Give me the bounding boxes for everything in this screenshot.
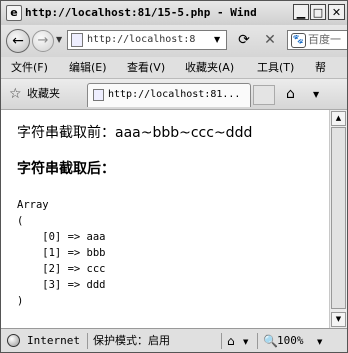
menu-help[interactable]: 帮 <box>315 60 326 75</box>
after-heading: 字符串截取后： <box>17 161 115 177</box>
protected-mode-label[interactable]: 保护模式：启用 <box>93 334 170 348</box>
status-divider <box>87 333 88 349</box>
stop-icon[interactable]: ✕ <box>259 30 281 50</box>
new-tab-button[interactable] <box>253 85 275 105</box>
status-divider <box>257 333 258 349</box>
zoom-icon[interactable]: 🔍 <box>263 333 278 349</box>
array-output: Array ( [0] => aaa [1] => bbb [2] => ccc… <box>17 199 106 307</box>
title-bar: e http://localhost:81/15-5.php - Wind...… <box>1 1 347 25</box>
baidu-search-icon: 🐾 <box>291 33 306 48</box>
security-icon[interactable]: ⌂ <box>227 333 235 349</box>
security-dropdown-icon[interactable]: ▼ <box>243 338 248 346</box>
menu-view[interactable]: 查看(V) <box>127 60 165 75</box>
tab-page-icon <box>93 89 104 101</box>
favorites-label[interactable]: 收藏夹 <box>27 87 60 101</box>
address-text[interactable]: http://localhost:8 <box>87 33 205 47</box>
minimize-button[interactable]: ▁ <box>293 4 309 20</box>
favorites-star-icon[interactable]: ☆ <box>9 86 22 102</box>
home-icon[interactable]: ⌂ <box>286 85 295 103</box>
browser-window: e http://localhost:81/15-5.php - Wind...… <box>0 0 348 353</box>
address-input[interactable]: http://localhost:8 ▼ <box>67 30 227 50</box>
vertical-scrollbar[interactable]: ▲ ▼ <box>329 110 347 328</box>
window-title: http://localhost:81/15-5.php - Wind... <box>25 6 257 19</box>
menu-file[interactable]: 文件(F) <box>11 60 48 75</box>
zoom-level[interactable]: 100% <box>277 334 304 348</box>
scroll-thumb[interactable] <box>331 127 346 309</box>
page-icon <box>71 33 83 47</box>
status-bar: Internet 保护模式：启用 ⌂ ▼ 🔍 100% ▼ <box>1 328 347 352</box>
page-content: 字符串截取前：aaa~bbb~ccc~ddd 字符串截取后： Array ( [… <box>1 110 329 328</box>
search-input[interactable]: 🐾 百度一 <box>287 30 347 50</box>
scroll-up-arrow-icon[interactable]: ▲ <box>331 111 346 126</box>
zoom-dropdown-icon[interactable]: ▼ <box>317 338 322 346</box>
scroll-down-arrow-icon[interactable]: ▼ <box>331 312 346 327</box>
address-dropdown-icon[interactable]: ▼ <box>214 33 220 47</box>
menu-edit[interactable]: 编辑(E) <box>69 60 107 75</box>
browser-tab[interactable]: http://localhost:81... <box>87 83 251 107</box>
maximize-button[interactable]: □ <box>310 4 326 20</box>
tab-title: http://localhost:81... <box>108 89 241 100</box>
menu-bar: 文件(F) 编辑(E) 查看(V) 收藏夹(A) 工具(T) 帮 <box>1 57 347 79</box>
search-placeholder: 百度一 <box>308 33 341 46</box>
forward-arrow-icon[interactable]: → <box>32 30 54 52</box>
status-divider <box>221 333 222 349</box>
home-dropdown-icon[interactable]: ▼ <box>313 90 319 99</box>
ie-page-icon: e <box>6 5 22 21</box>
menu-tools[interactable]: 工具(T) <box>257 60 294 75</box>
refresh-icon[interactable]: ⟳ <box>233 30 255 50</box>
globe-icon <box>7 334 20 347</box>
before-text: 字符串截取前：aaa~bbb~ccc~ddd <box>17 125 253 141</box>
close-button[interactable]: ✕ <box>328 4 345 20</box>
zone-label: Internet <box>27 334 80 347</box>
history-dropdown-icon[interactable]: ▼ <box>56 35 62 44</box>
favorites-bar: ☆ 收藏夹 http://localhost:81... ⌂ ▼ <box>1 79 347 110</box>
back-arrow-icon[interactable]: ← <box>6 29 30 53</box>
address-toolbar: ← → ▼ http://localhost:8 ▼ ⟳ ✕ 🐾 百度一 <box>1 25 347 57</box>
menu-favorites[interactable]: 收藏夹(A) <box>185 60 234 75</box>
